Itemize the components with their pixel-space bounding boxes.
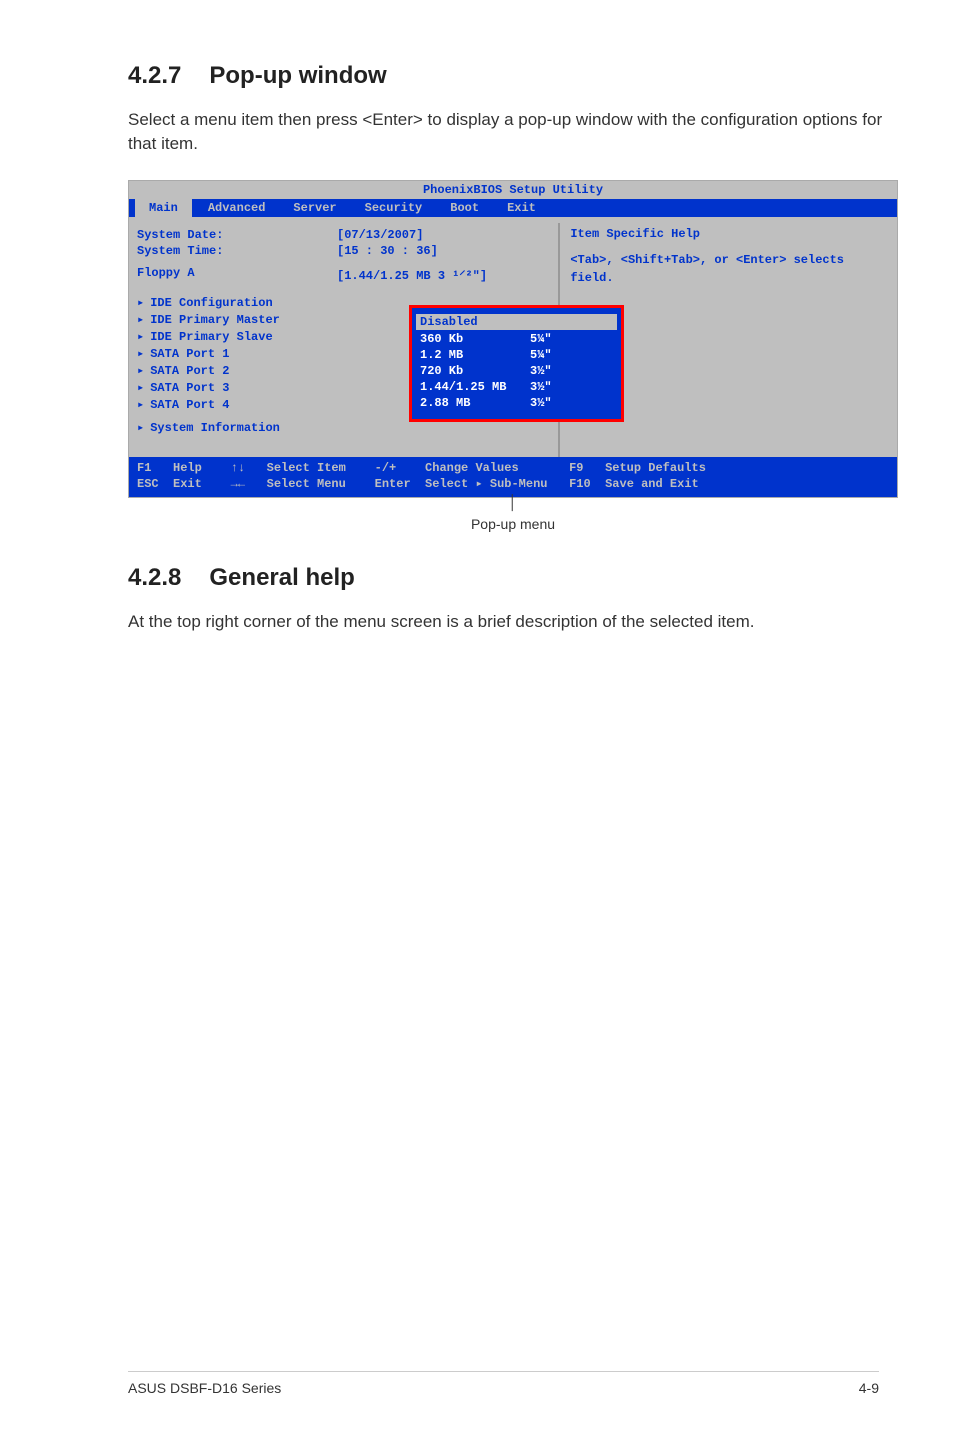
popup-option-2-88mb[interactable]: 2.88 MB3½ʺ — [420, 395, 613, 411]
bios-tabbar: Main Advanced Server Security Boot Exit — [129, 199, 897, 217]
tab-exit[interactable]: Exit — [493, 199, 550, 217]
tab-server[interactable]: Server — [279, 199, 350, 217]
bios-title: PhoenixBIOS Setup Utility — [129, 181, 897, 199]
row-system-time: System Time: [15 : 30 : 36] — [137, 243, 552, 259]
tab-main[interactable]: Main — [135, 199, 192, 217]
popup-option-720kb[interactable]: 720 Kb3½ʺ — [420, 363, 613, 379]
section-number-2: 4.2.8 — [128, 564, 181, 591]
tab-boot[interactable]: Boot — [436, 199, 493, 217]
footer-product: ASUS DSBF-D16 Series — [128, 1380, 281, 1396]
section-title-2: General help — [209, 564, 354, 591]
popup-menu[interactable]: Disabled 360 Kb5¼ʺ 1.2 MB5¼ʺ 720 Kb3½ʺ 1… — [409, 305, 624, 422]
section-number: 4.2.7 — [128, 62, 181, 89]
footer-page-number: 4-9 — [859, 1380, 879, 1396]
popup-option-1-44mb[interactable]: 1.44/1.25 MB3½ʺ — [420, 379, 613, 395]
tab-security[interactable]: Security — [351, 199, 437, 217]
popup-caption: Pop-up menu — [128, 516, 898, 532]
popup-pointer-line: │ — [128, 494, 898, 510]
help-pane-title: Item Specific Help — [570, 227, 885, 241]
bios-screenshot: PhoenixBIOS Setup Utility Main Advanced … — [128, 180, 898, 498]
popup-option-1-2mb[interactable]: 1.2 MB5¼ʺ — [420, 347, 613, 363]
row-system-date: System Date: [07/13/2007] — [137, 227, 552, 243]
footer-line-1: F1 Help ↑↓ Select Item -/+ Change Values… — [137, 460, 889, 476]
section-title: Pop-up window — [209, 62, 386, 89]
bios-footer: F1 Help ↑↓ Select Item -/+ Change Values… — [129, 457, 897, 497]
popup-option-360kb[interactable]: 360 Kb5¼ʺ — [420, 331, 613, 347]
section-paragraph: Select a menu item then press <Enter> to… — [128, 108, 884, 156]
help-pane-text: <Tab>, <Shift+Tab>, or <Enter> selects f… — [570, 251, 885, 287]
section-paragraph-2: At the top right corner of the menu scre… — [128, 610, 884, 634]
row-floppy-a: Floppy A [1.44/1.25 MB 3 ¹⸍²ʺ] — [137, 265, 552, 284]
footer-line-2: ESC Exit →← Select Menu Enter Select ▸ S… — [137, 476, 889, 492]
tab-advanced[interactable]: Advanced — [194, 199, 280, 217]
popup-option-disabled[interactable]: Disabled — [416, 314, 617, 330]
